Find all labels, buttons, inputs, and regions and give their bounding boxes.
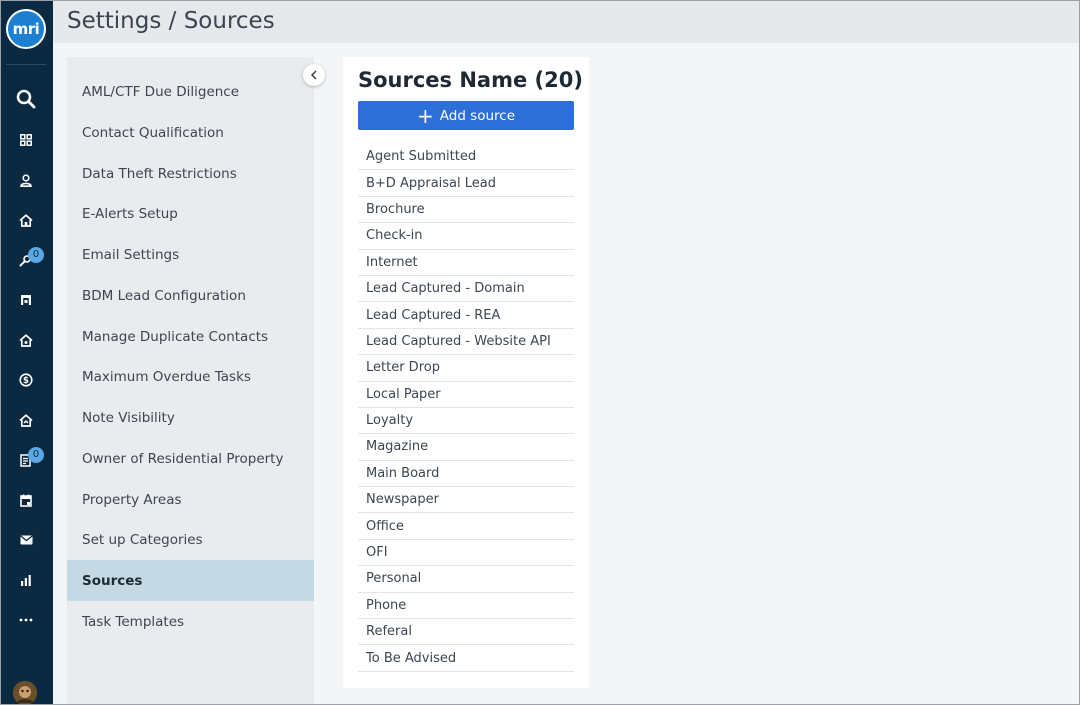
list-item[interactable]: Lead Captured - Website API — [358, 329, 574, 356]
logo-text: mri — [12, 20, 40, 38]
collapse-menu-button[interactable] — [303, 64, 325, 86]
contacts-icon[interactable] — [10, 166, 42, 194]
menu-item-e-alerts[interactable]: E-Alerts Setup — [67, 193, 314, 234]
list-item[interactable]: Internet — [358, 250, 574, 276]
list-item[interactable]: Local Paper — [358, 382, 574, 408]
rentals-icon[interactable] — [10, 406, 42, 434]
list-item[interactable]: Main Board — [358, 461, 574, 488]
finance-icon[interactable]: $ — [10, 366, 42, 394]
list-item[interactable]: B+D Appraisal Lead — [358, 170, 574, 197]
list-item[interactable]: Newspaper — [358, 487, 574, 514]
list-item[interactable]: Check-in — [358, 223, 574, 250]
leads-badge: 0 — [28, 247, 44, 263]
sources-title: Sources Name (20) — [358, 68, 583, 92]
plus-icon: + — [416, 103, 434, 128]
list-item[interactable]: Agent Submitted — [358, 144, 574, 171]
calendar-icon[interactable] — [10, 486, 42, 514]
settings-menu: AML/CTF Due Diligence Contact Qualificat… — [67, 57, 314, 705]
add-source-button[interactable]: + Add source — [358, 101, 574, 130]
menu-item-overdue-tasks[interactable]: Maximum Overdue Tasks — [67, 356, 314, 397]
sources-list: Agent Submitted B+D Appraisal Lead Broch… — [358, 144, 574, 672]
menu-item-email-settings[interactable]: Email Settings — [67, 234, 314, 275]
menu-item-sources[interactable]: Sources — [67, 560, 314, 601]
avatar[interactable] — [13, 681, 37, 705]
page-header: Settings / Sources — [53, 0, 1080, 43]
mail-icon[interactable] — [10, 526, 42, 554]
list-item[interactable]: Personal — [358, 566, 574, 593]
search-icon[interactable] — [10, 85, 42, 113]
menu-item-contact-qualification[interactable]: Contact Qualification — [67, 112, 314, 153]
list-item[interactable]: Phone — [358, 593, 574, 620]
list-item[interactable]: To Be Advised — [358, 645, 574, 672]
menu-item-aml-ctf[interactable]: AML/CTF Due Diligence — [67, 71, 314, 112]
menu-item-note-visibility[interactable]: Note Visibility — [67, 397, 314, 438]
list-item[interactable]: Letter Drop — [358, 355, 574, 382]
app-logo[interactable]: mri — [6, 9, 46, 49]
page-title: Settings / Sources — [67, 8, 275, 34]
list-item[interactable]: OFI — [358, 540, 574, 567]
list-item[interactable]: Lead Captured - Domain — [358, 276, 574, 303]
sales-home-icon[interactable] — [10, 326, 42, 354]
listings-icon[interactable] — [10, 286, 42, 314]
menu-item-duplicate-contacts[interactable]: Manage Duplicate Contacts — [67, 316, 314, 357]
svg-text:$: $ — [23, 376, 29, 386]
icon-rail: mri 0 $ 0 — [0, 0, 53, 705]
list-item[interactable]: Loyalty — [358, 408, 574, 435]
menu-item-bdm-lead[interactable]: BDM Lead Configuration — [67, 275, 314, 316]
menu-item-data-theft[interactable]: Data Theft Restrictions — [67, 153, 314, 194]
menu-item-property-areas[interactable]: Property Areas — [67, 479, 314, 520]
menu-item-categories[interactable]: Set up Categories — [67, 519, 314, 560]
add-source-label: Add source — [439, 107, 516, 124]
properties-icon[interactable] — [10, 206, 42, 234]
dashboard-icon[interactable] — [10, 126, 42, 154]
list-item[interactable]: Office — [358, 513, 574, 540]
chevron-left-icon — [311, 70, 317, 80]
more-icon[interactable] — [10, 606, 42, 634]
list-item[interactable]: Magazine — [358, 434, 574, 461]
rail-divider — [6, 64, 46, 65]
list-item[interactable]: Referal — [358, 619, 574, 646]
sources-panel: Sources Name (20) + Add source Agent Sub… — [343, 57, 589, 688]
menu-item-task-templates[interactable]: Task Templates — [67, 601, 314, 642]
reports-icon[interactable] — [10, 566, 42, 594]
tasks-badge: 0 — [28, 447, 44, 463]
list-item[interactable]: Lead Captured - REA — [358, 302, 574, 329]
list-item[interactable]: Brochure — [358, 197, 574, 224]
menu-item-owner-residential[interactable]: Owner of Residential Property — [67, 438, 314, 479]
